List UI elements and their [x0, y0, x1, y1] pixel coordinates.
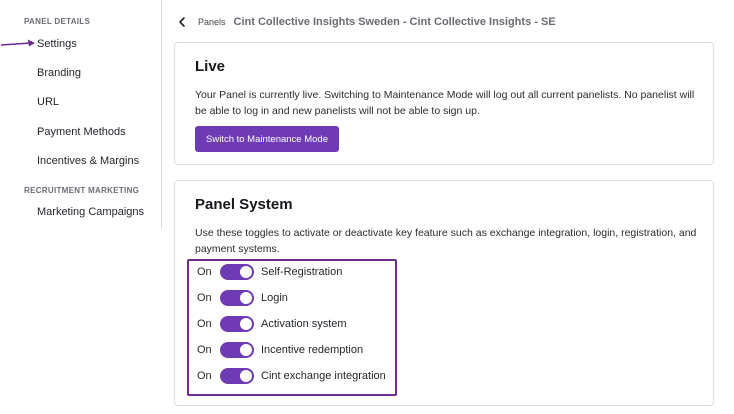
incentive-redemption-toggle[interactable] — [220, 342, 254, 358]
toggle-state: On — [197, 318, 212, 330]
breadcrumb-current-panel: Cint Collective Insights Sweden - Cint C… — [233, 16, 556, 28]
sidebar-item-url[interactable]: URL — [37, 96, 59, 108]
toggle-label: Activation system — [261, 318, 347, 330]
sidebar-section-recruitment-marketing: RECRUITMENT MARKETING — [24, 186, 140, 195]
toggle-state: On — [197, 266, 212, 278]
toggle-label: Login — [261, 292, 288, 304]
self-registration-toggle[interactable] — [220, 264, 254, 280]
panel-system-description: Use these toggles to activate or deactiv… — [195, 227, 697, 255]
toggle-knob — [240, 344, 252, 356]
toggle-row-self-registration: On Self-Registration — [197, 263, 342, 281]
toggle-knob — [240, 370, 252, 382]
breadcrumb: Panels Cint Collective Insights Sweden -… — [176, 14, 556, 30]
toggle-row-activation-system: On Activation system — [197, 315, 347, 333]
active-indicator-arrow-icon — [0, 39, 35, 47]
login-toggle[interactable] — [220, 290, 254, 306]
toggle-row-incentive-redemption: On Incentive redemption — [197, 341, 363, 359]
live-card: Live Your Panel is currently live. Switc… — [174, 42, 714, 165]
toggle-knob — [240, 318, 252, 330]
toggle-state: On — [197, 344, 212, 356]
panel-system-card: Panel System Use these toggles to activa… — [174, 180, 714, 406]
toggle-row-cint-exchange-integration: On Cint exchange integration — [197, 367, 386, 385]
toggles-highlight-box: On Self-Registration On Login On Activat… — [187, 259, 397, 396]
activation-system-toggle[interactable] — [220, 316, 254, 332]
chevron-left-icon[interactable] — [176, 16, 188, 28]
toggle-label: Incentive redemption — [261, 344, 364, 356]
toggle-knob — [240, 292, 252, 304]
breadcrumb-panels-link[interactable]: Panels — [198, 17, 226, 27]
toggle-state: On — [197, 370, 212, 382]
toggle-state: On — [197, 292, 212, 304]
sidebar-section-panel-details: PANEL DETAILS — [24, 17, 91, 26]
live-description: Your Panel is currently live. Switching … — [195, 89, 695, 117]
sidebar-item-settings[interactable]: Settings — [37, 38, 77, 50]
sidebar-item-payment-methods[interactable]: Payment Methods — [37, 126, 126, 138]
toggle-knob — [240, 266, 252, 278]
toggle-row-login: On Login — [197, 289, 288, 307]
sidebar-item-incentives-margins[interactable]: Incentives & Margins — [37, 155, 139, 167]
panel-system-title: Panel System — [195, 196, 293, 213]
toggle-label: Self-Registration — [261, 266, 343, 278]
sidebar-item-branding[interactable]: Branding — [37, 67, 81, 79]
switch-to-maintenance-button[interactable]: Switch to Maintenance Mode — [195, 126, 339, 152]
live-title: Live — [195, 58, 226, 75]
cint-exchange-integration-toggle[interactable] — [220, 368, 254, 384]
toggle-label: Cint exchange integration — [261, 370, 386, 382]
sidebar: PANEL DETAILS Settings Branding URL Paym… — [0, 0, 162, 228]
sidebar-item-marketing-campaigns[interactable]: Marketing Campaigns — [37, 206, 144, 218]
